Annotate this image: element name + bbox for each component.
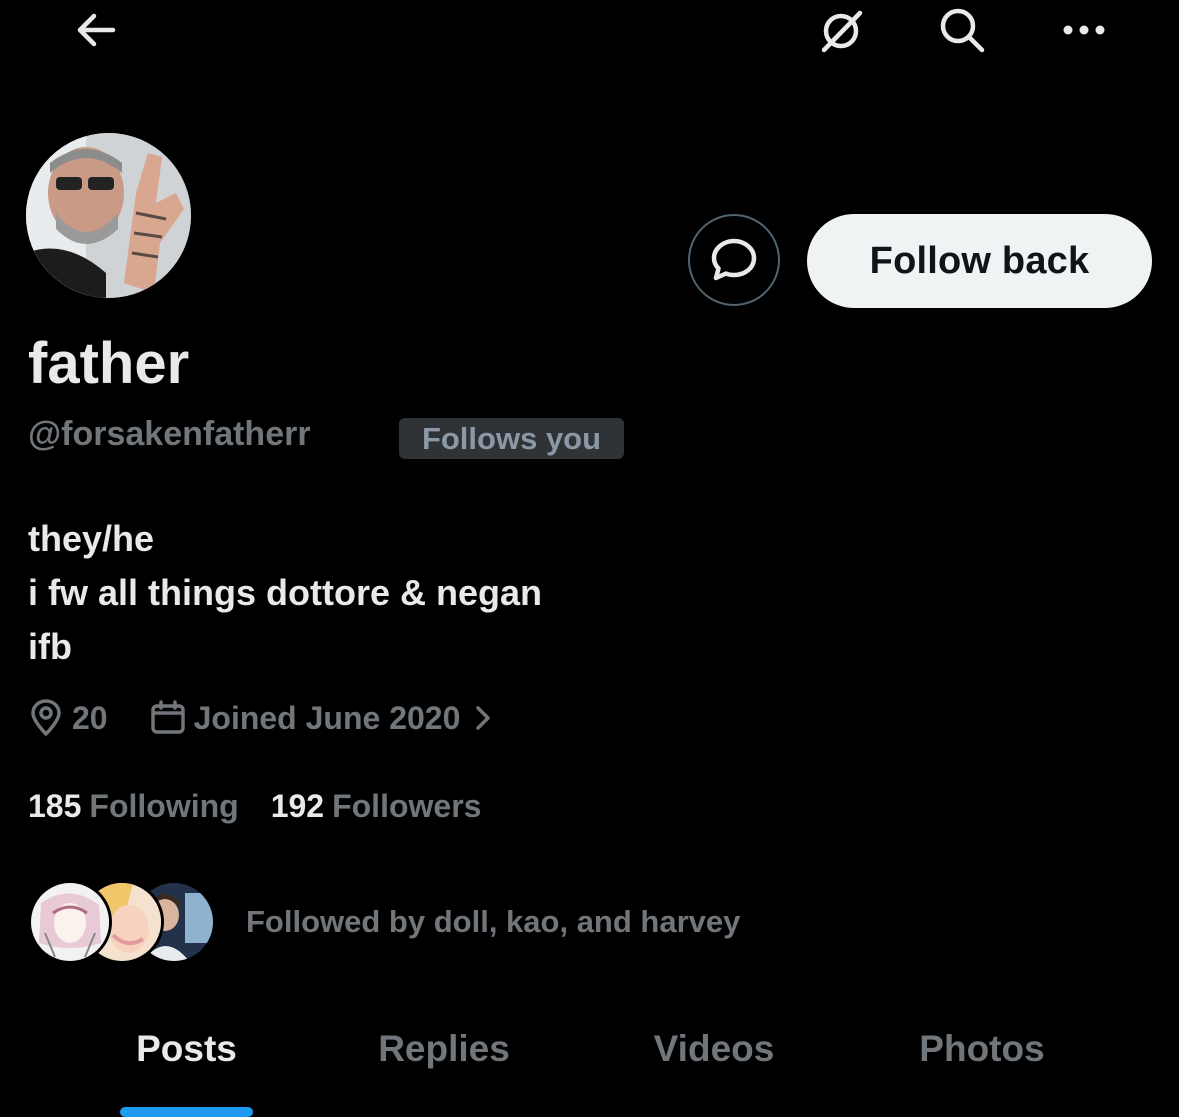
profile-handle: @forsakenfatherr <box>28 415 311 453</box>
joined-text: Joined June 2020 <box>193 699 461 736</box>
profile-bio: they/he i fw all things dottore & negan … <box>28 512 542 674</box>
location-pin-icon <box>31 699 61 736</box>
message-button[interactable] <box>688 214 780 306</box>
chevron-right-icon <box>476 706 491 730</box>
back-button[interactable] <box>66 4 126 56</box>
tab-videos[interactable]: Videos <box>638 1028 790 1070</box>
followed-by-row[interactable]: Followed by doll, kao, and harvey <box>28 880 740 964</box>
following-label: Following <box>89 787 239 824</box>
message-bubble-icon <box>711 238 757 281</box>
bio-line: i fw all things dottore & negan <box>28 572 543 613</box>
avatar <box>28 880 112 964</box>
tab-replies[interactable]: Replies <box>363 1028 525 1070</box>
followed-by-avatars <box>28 880 224 964</box>
bio-line: they/he <box>28 518 155 559</box>
more-button[interactable] <box>1052 4 1116 56</box>
arrow-left-icon <box>77 13 116 47</box>
following-count: 185 <box>28 787 82 824</box>
followers-label: Followers <box>332 787 482 824</box>
location-text: 20 <box>72 699 108 736</box>
tab-photos[interactable]: Photos <box>902 1028 1062 1070</box>
profile-meta: 20 Joined June 2020 <box>28 696 504 740</box>
search-button[interactable] <box>930 4 994 56</box>
profile-avatar[interactable] <box>26 133 191 298</box>
joined-item[interactable]: Joined June 2020 <box>150 700 505 737</box>
grok-icon <box>821 10 863 53</box>
follow-back-button[interactable]: Follow back <box>807 214 1152 308</box>
display-name: father <box>28 331 190 396</box>
following-stat[interactable]: 185 Following <box>28 788 239 825</box>
profile-tabs: Posts Replies Videos Photos <box>0 1010 1179 1117</box>
more-dots-icon <box>1063 25 1105 35</box>
grok-button[interactable] <box>810 6 874 58</box>
search-icon <box>940 8 985 53</box>
tab-posts[interactable]: Posts <box>120 1028 253 1070</box>
followers-count: 192 <box>270 787 325 824</box>
followed-by-text: Followed by doll, kao, and harvey <box>246 904 741 939</box>
follows-you-badge: Follows you <box>399 418 624 459</box>
calendar-icon <box>150 700 185 734</box>
location-item: 20 <box>28 699 108 737</box>
follow-stats: 185 Following 192 Followers <box>28 784 481 828</box>
bio-line: ifb <box>28 626 72 667</box>
followers-stat[interactable]: 192 Followers <box>271 788 482 825</box>
active-tab-indicator <box>120 1107 253 1117</box>
